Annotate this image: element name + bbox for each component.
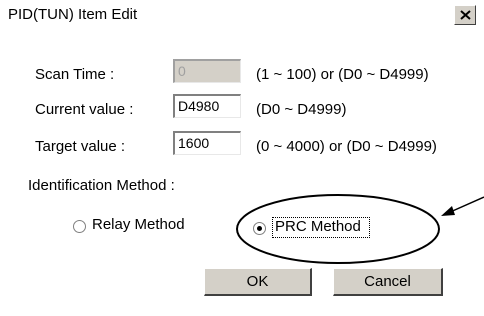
target-value-input[interactable]: 1600 (173, 131, 241, 155)
scan-time-label: Scan Time : (35, 66, 115, 83)
ok-button[interactable]: OK (204, 268, 312, 296)
window-title: PID(TUN) Item Edit (8, 6, 138, 23)
current-value-range: (D0 ~ D4999) (256, 101, 347, 118)
title-bar: PID(TUN) Item Edit (0, 0, 484, 31)
relay-method-radio[interactable] (73, 220, 86, 233)
target-value-range: (0 ~ 4000) or (D0 ~ D4999) (256, 138, 437, 155)
current-value-input[interactable]: D4980 (173, 94, 241, 118)
close-icon (460, 10, 471, 20)
relay-method-label[interactable]: Relay Method (92, 216, 185, 233)
target-value-label: Target value : (35, 138, 126, 155)
radio-selected-dot (257, 226, 262, 231)
dialog-body: Scan Time : 0 (1 ~ 100) or (D0 ~ D4999) … (0, 31, 484, 316)
prc-method-label[interactable]: PRC Method (275, 218, 361, 235)
current-value-label: Current value : (35, 101, 134, 118)
close-button[interactable] (454, 5, 476, 25)
scan-time-input[interactable]: 0 (173, 59, 241, 83)
scan-time-range: (1 ~ 100) or (D0 ~ D4999) (256, 66, 429, 83)
pid-item-edit-dialog: PID(TUN) Item Edit Scan Time : 0 (1 ~ 10… (0, 0, 484, 316)
cancel-button[interactable]: Cancel (333, 268, 443, 296)
prc-method-radio[interactable] (253, 222, 266, 235)
identification-method-label: Identification Method : (28, 177, 175, 194)
